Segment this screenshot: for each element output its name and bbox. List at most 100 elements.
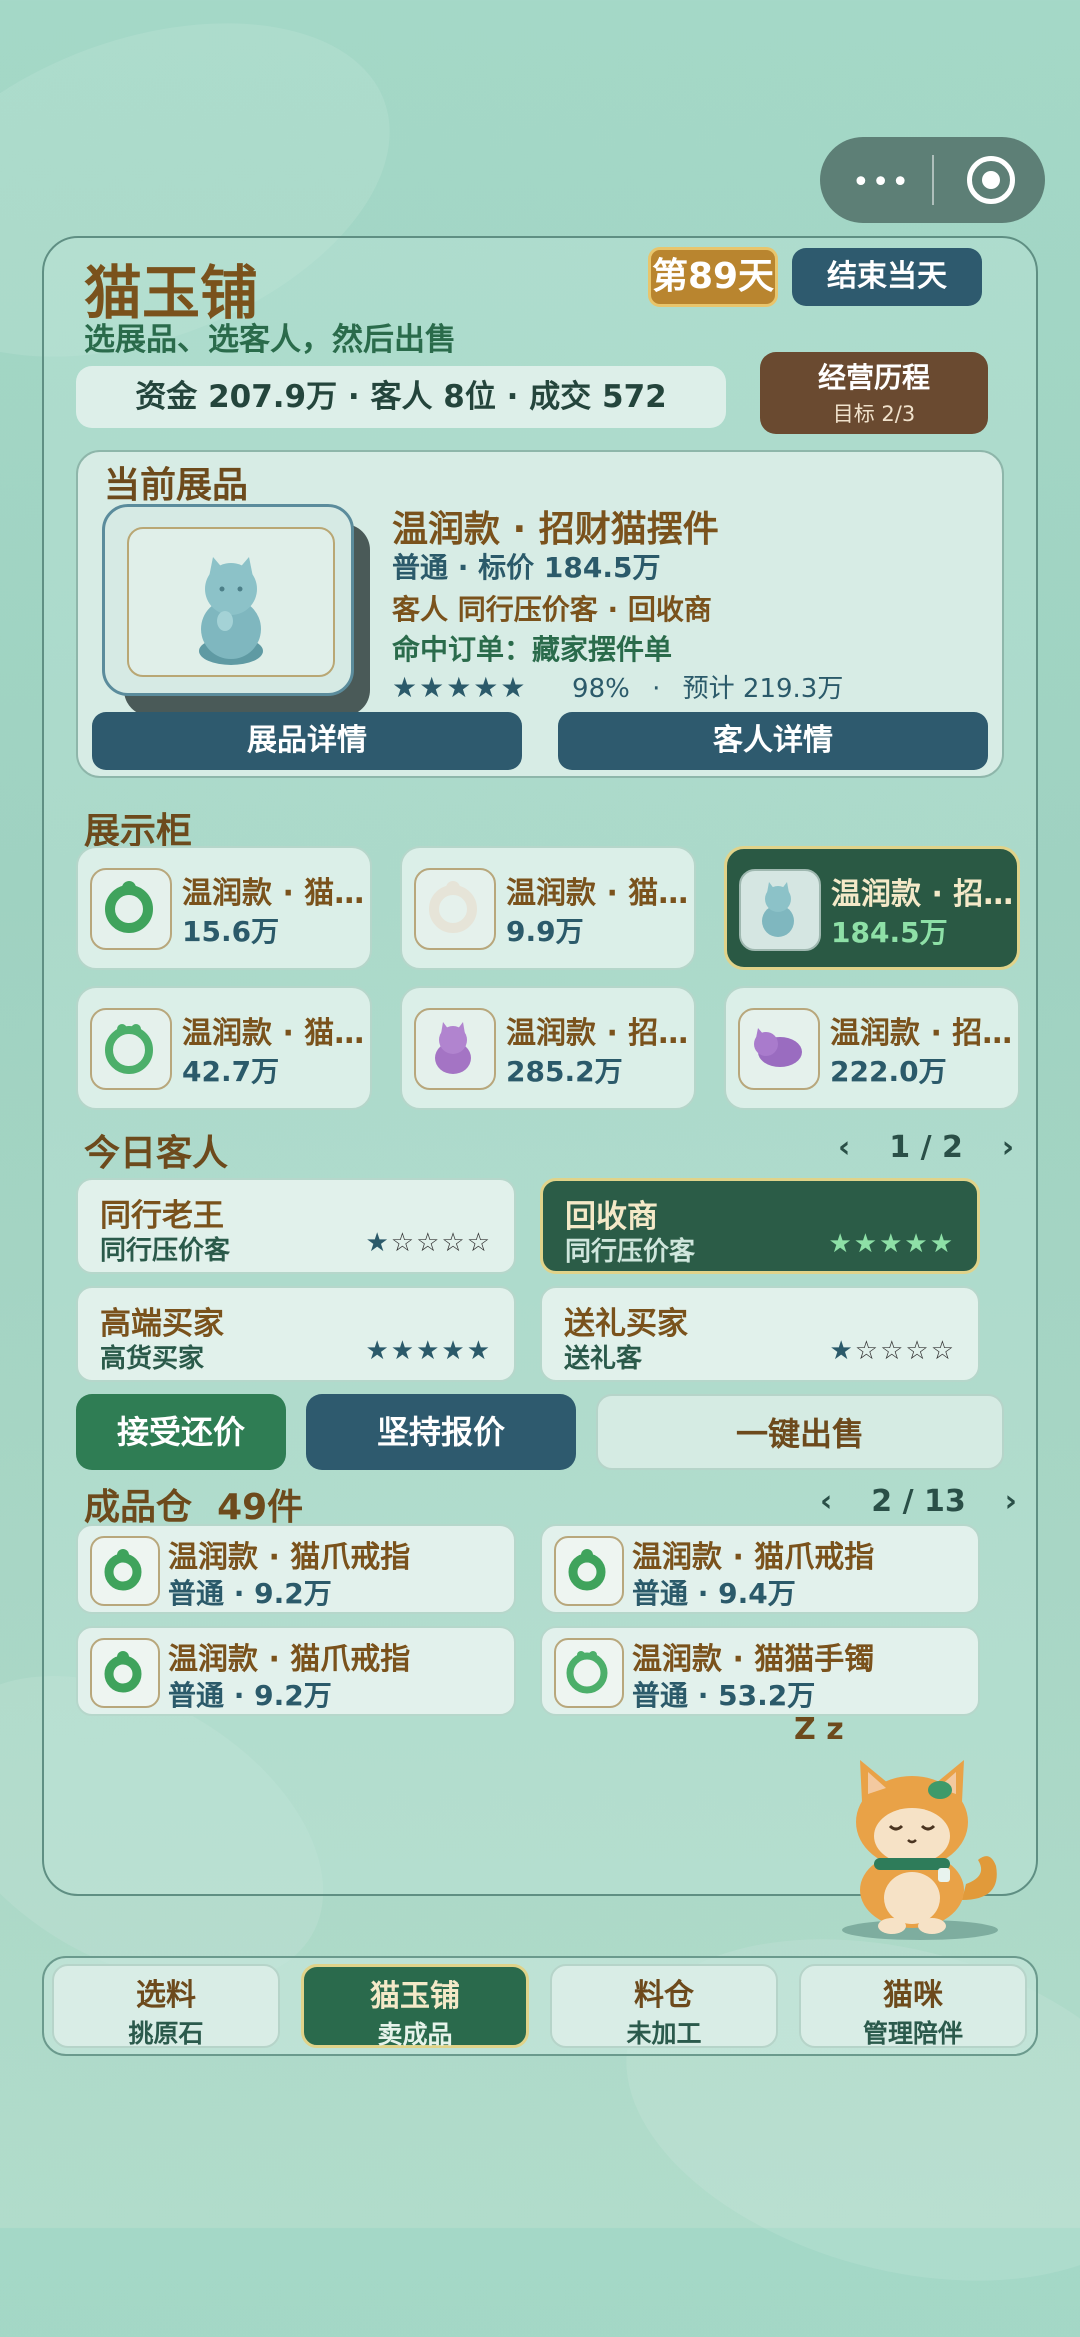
- green-ring-icon: [554, 1536, 624, 1606]
- tab-sublabel: 管理陪伴: [862, 2019, 963, 2048]
- inventory-item-info: 普通 · 53.2万: [632, 1679, 816, 1712]
- blue-cat-figurine-icon: [199, 557, 263, 665]
- estimate-price: 预计 219.3万: [682, 674, 844, 704]
- tab-label: 料仓: [634, 1978, 694, 2013]
- customer-name: 同行老王: [100, 1198, 224, 1234]
- accept-counter-offer-button[interactable]: 接受还价: [76, 1394, 286, 1470]
- customer-type: 同行压价客: [565, 1237, 696, 1267]
- showcase-item-price: 9.9万: [506, 915, 584, 948]
- capsule-divider: [932, 155, 934, 205]
- inventory-item-info: 普通 · 9.4万: [632, 1577, 796, 1610]
- customer-name: 回收商: [565, 1199, 658, 1235]
- insist-price-button[interactable]: 坚持报价: [306, 1394, 576, 1470]
- prev-page-button[interactable]: ‹: [838, 1130, 850, 1165]
- next-page-button[interactable]: ›: [1005, 1484, 1017, 1519]
- showcase-item-name: 温润款 · 招财猫摆件: [831, 877, 1015, 912]
- current-item-name: 温润款 · 招财猫摆件: [392, 509, 719, 550]
- sleeping-cat-mascot[interactable]: [830, 1750, 1010, 1940]
- showcase-slot[interactable]: 温润款 · 猫爪戒指 9.9万: [400, 846, 696, 970]
- purple-cat-figurine-icon: [738, 1008, 820, 1090]
- showcase-item-name: 温润款 · 猫爪戒指: [182, 876, 366, 911]
- customer-detail-button[interactable]: 客人详情: [558, 712, 988, 770]
- tab-material-storage[interactable]: 料仓 未加工: [550, 1964, 778, 2048]
- item-detail-button[interactable]: 展品详情: [92, 712, 522, 770]
- tab-label: 猫玉铺: [370, 1979, 460, 2014]
- miniprogram-capsule[interactable]: •••: [820, 137, 1045, 223]
- current-item-price: 普通 · 标价 184.5万: [392, 551, 661, 584]
- inventory-item[interactable]: 温润款 · 猫爪戒指 普通 · 9.2万: [76, 1524, 516, 1614]
- rating-stars: ★★★★★: [392, 671, 528, 704]
- inventory-pager: ‹ 2 / 13 ›: [820, 1484, 1017, 1519]
- history-button-label: 经营历程: [817, 361, 930, 394]
- inventory-item-name: 温润款 · 猫猫手镯: [632, 1642, 875, 1677]
- current-item-customer: 客人 同行压价客 · 回收商: [392, 593, 712, 626]
- inventory-item-name: 温润款 · 猫爪戒指: [632, 1540, 875, 1575]
- inventory-item-name: 温润款 · 猫爪戒指: [168, 1642, 411, 1677]
- customers-page-number: 1 / 2: [889, 1130, 963, 1165]
- showcase-item-price: 222.0万: [830, 1055, 947, 1088]
- tab-jade-shop[interactable]: 猫玉铺 卖成品: [301, 1964, 529, 2049]
- inventory-item[interactable]: 温润款 · 猫爪戒指 普通 · 9.2万: [76, 1626, 516, 1716]
- cat-icon: [842, 1760, 998, 1940]
- tab-sublabel: 卖成品: [377, 2020, 453, 2049]
- green-ring-icon: [90, 1536, 160, 1606]
- next-page-button[interactable]: ›: [1002, 1130, 1014, 1165]
- green-ring-icon: [90, 1638, 160, 1708]
- tab-sublabel: 未加工: [626, 2019, 702, 2048]
- shop-subtitle: 选展品、选客人，然后出售: [84, 322, 456, 358]
- day-badge: 第89天: [648, 247, 778, 307]
- tab-label: 猫咪: [883, 1978, 943, 2013]
- customer-card[interactable]: 同行老王 同行压价客 ★☆☆☆☆: [76, 1178, 516, 1274]
- history-goal: 目标 2/3: [832, 402, 916, 426]
- tab-cats[interactable]: 猫咪 管理陪伴: [799, 1964, 1027, 2048]
- stats-bar: 资金 207.9万 · 客人 8位 · 成交 572: [76, 366, 726, 428]
- customer-rating: ★☆☆☆☆: [829, 1336, 956, 1366]
- customers-title: 今日客人: [84, 1133, 229, 1174]
- customer-card[interactable]: 高端买家 高货买家 ★★★★★: [76, 1286, 516, 1382]
- showcase-slot[interactable]: 温润款 · 招财猫摆件 285.2万: [400, 986, 696, 1110]
- close-target-icon[interactable]: [967, 156, 1015, 204]
- inventory-item[interactable]: 温润款 · 猫猫手镯 普通 · 53.2万: [540, 1626, 980, 1716]
- current-item-image[interactable]: [102, 504, 354, 696]
- sleep-z-text: Z z: [794, 1712, 844, 1747]
- inventory-item-name: 温润款 · 猫爪戒指: [168, 1540, 411, 1575]
- white-ring-icon: [414, 868, 496, 950]
- showcase-slot[interactable]: 温润款 · 猫爪戒指 15.6万: [76, 846, 372, 970]
- green-bangle-icon: [554, 1638, 624, 1708]
- showcase-item-price: 285.2万: [506, 1055, 623, 1088]
- showcase-slot-selected[interactable]: 温润款 · 招财猫摆件 184.5万: [724, 846, 1020, 970]
- more-icon[interactable]: •••: [852, 165, 911, 200]
- showcase-slot[interactable]: 温润款 · 招财猫摆件 222.0万: [724, 986, 1020, 1110]
- showcase-item-name: 温润款 · 招财猫摆件: [506, 1016, 690, 1051]
- history-button[interactable]: 经营历程 目标 2/3: [760, 352, 988, 434]
- showcase-item-price: 15.6万: [182, 915, 280, 948]
- showcase-item-name: 温润款 · 招财猫摆件: [830, 1016, 1014, 1051]
- green-bangle-icon: [90, 1008, 172, 1090]
- purple-cat-figurine-icon: [414, 1008, 496, 1090]
- current-item-title: 当前展品: [104, 465, 249, 506]
- item-image-frame: [127, 527, 335, 677]
- customer-card[interactable]: 送礼买家 送礼客 ★☆☆☆☆: [540, 1286, 980, 1382]
- prev-page-button[interactable]: ‹: [820, 1484, 832, 1519]
- customer-rating: ★★★★★: [828, 1229, 955, 1259]
- customer-type: 高货买家: [100, 1344, 205, 1374]
- customers-pager: ‹ 1 / 2 ›: [838, 1130, 1014, 1165]
- inventory-title: 成品仓 49件: [84, 1487, 304, 1528]
- customer-card-selected[interactable]: 回收商 同行压价客 ★★★★★: [540, 1178, 980, 1274]
- customer-rating: ★★★★★: [365, 1336, 492, 1366]
- tab-label: 选料: [136, 1978, 196, 2013]
- tab-select-material[interactable]: 选料 挑原石: [52, 1964, 280, 2048]
- inventory-item[interactable]: 温润款 · 猫爪戒指 普通 · 9.4万: [540, 1524, 980, 1614]
- showcase-item-name: 温润款 · 猫猫手镯: [182, 1016, 366, 1051]
- showcase-slot[interactable]: 温润款 · 猫猫手镯 42.7万: [76, 986, 372, 1110]
- green-ring-icon: [90, 868, 172, 950]
- customer-rating: ★☆☆☆☆: [365, 1228, 492, 1258]
- end-day-button[interactable]: 结束当天: [792, 248, 982, 306]
- background-leaf: [588, 1882, 1080, 2337]
- sell-all-button[interactable]: 一键出售: [596, 1394, 1004, 1470]
- match-percent: 98%: [572, 674, 630, 704]
- showcase-item-price: 184.5万: [831, 916, 948, 949]
- showcase-item-name: 温润款 · 猫爪戒指: [506, 876, 690, 911]
- inventory-page-number: 2 / 13: [871, 1484, 966, 1519]
- blue-cat-figurine-icon: [739, 869, 821, 951]
